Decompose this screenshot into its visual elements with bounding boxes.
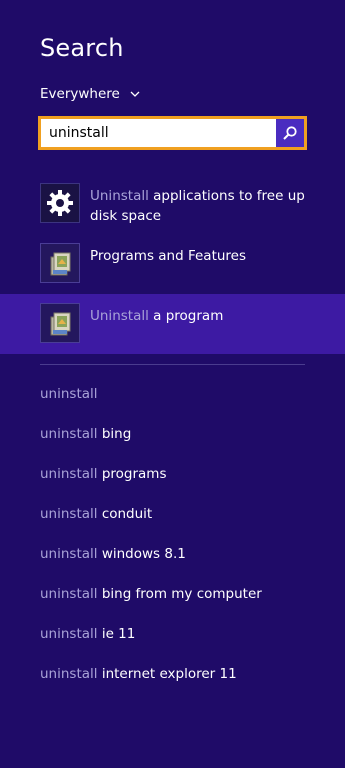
divider: [40, 364, 305, 365]
suggestion-item[interactable]: uninstall bing from my computer: [40, 586, 262, 602]
suggestion-item[interactable]: uninstall ie 11: [40, 626, 135, 642]
result-rest-text: Programs and Features: [90, 248, 247, 264]
suggestion-rest: internet explorer 11: [97, 666, 237, 682]
programs-and-features-icon: [40, 303, 80, 343]
result-label: Programs and Features: [90, 246, 320, 266]
suggestion-item[interactable]: uninstall: [40, 386, 98, 402]
suggestion-rest: ie 11: [97, 626, 136, 642]
result-label: Uninstall a program: [90, 306, 320, 326]
suggestion-prefix: uninstall: [40, 666, 98, 682]
suggestion-prefix: uninstall: [40, 386, 98, 402]
magnifier-icon: [283, 126, 297, 140]
gear-icon: [40, 183, 80, 223]
scope-label: Everywhere: [40, 86, 120, 102]
suggestion-item[interactable]: uninstall conduit: [40, 506, 152, 522]
suggestion-prefix: uninstall: [40, 466, 98, 482]
suggestion-rest: bing: [97, 426, 132, 442]
result-label: Uninstall applications to free up disk s…: [90, 186, 320, 226]
suggestion-rest: conduit: [97, 506, 153, 522]
suggestion-prefix: uninstall: [40, 626, 98, 642]
suggestion-item[interactable]: uninstall internet explorer 11: [40, 666, 237, 682]
result-uninstall-apps[interactable]: Uninstall applications to free up disk s…: [0, 183, 345, 243]
suggestion-rest: windows 8.1: [97, 546, 186, 562]
suggestion-prefix: uninstall: [40, 426, 98, 442]
result-uninstall-program[interactable]: Uninstall a program: [0, 294, 345, 354]
programs-and-features-icon: [40, 243, 80, 283]
suggestion-prefix: uninstall: [40, 586, 98, 602]
search-box: [38, 116, 307, 150]
search-title: Search: [40, 34, 124, 62]
suggestion-item[interactable]: uninstall windows 8.1: [40, 546, 186, 562]
suggestion-prefix: uninstall: [40, 506, 98, 522]
result-match-text: Uninstall: [90, 308, 149, 324]
suggestion-rest: bing from my computer: [97, 586, 262, 602]
suggestion-item[interactable]: uninstall bing: [40, 426, 131, 442]
chevron-down-icon: [130, 91, 140, 97]
suggestion-prefix: uninstall: [40, 546, 98, 562]
search-input[interactable]: [41, 119, 276, 147]
result-rest-text: a program: [148, 308, 224, 324]
search-button[interactable]: [276, 119, 304, 147]
scope-dropdown[interactable]: Everywhere: [40, 86, 140, 102]
suggestion-item[interactable]: uninstall programs: [40, 466, 166, 482]
result-match-text: Uninstall: [90, 188, 149, 204]
suggestion-rest: programs: [97, 466, 167, 482]
